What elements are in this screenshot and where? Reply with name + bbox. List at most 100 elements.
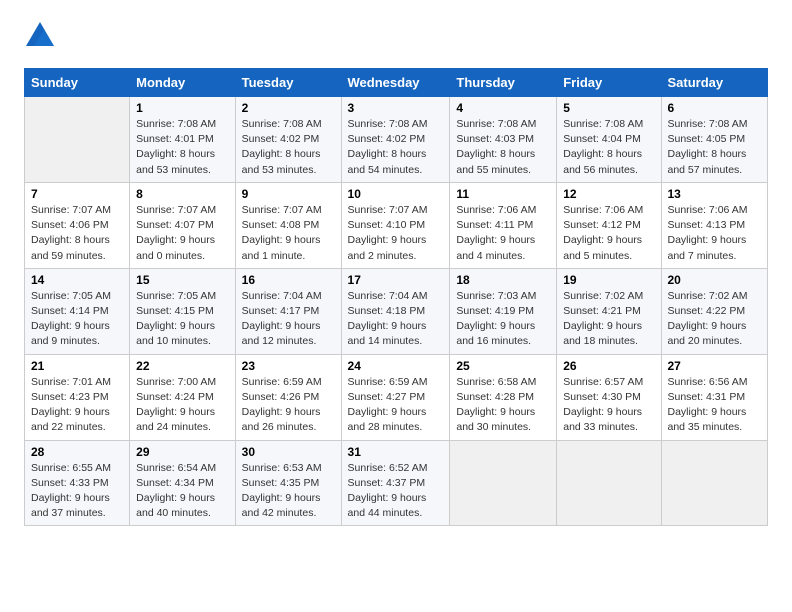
day-number: 9 [242, 187, 335, 201]
day-number: 27 [668, 359, 762, 373]
calendar-cell: 7 Sunrise: 7:07 AM Sunset: 4:06 PM Daylig… [25, 182, 130, 268]
calendar-cell [557, 440, 661, 526]
day-number: 3 [348, 101, 444, 115]
calendar-cell: 31Sunrise: 6:52 AM Sunset: 4:37 PM Dayli… [341, 440, 450, 526]
calendar-cell: 11 Sunrise: 7:06 AM Sunset: 4:11 PM Dayli… [450, 182, 557, 268]
day-number: 5 [563, 101, 654, 115]
day-number: 12 [563, 187, 654, 201]
day-number: 22 [136, 359, 228, 373]
day-info: Sunrise: 7:00 AM Sunset: 4:24 PM Dayligh… [136, 375, 228, 436]
calendar-header: SundayMondayTuesdayWednesdayThursdayFrid… [25, 69, 768, 97]
day-header: Tuesday [235, 69, 341, 97]
calendar-week-row: 7 Sunrise: 7:07 AM Sunset: 4:06 PM Daylig… [25, 182, 768, 268]
calendar-week-row: 1 Sunrise: 7:08 AM Sunset: 4:01 PM Daylig… [25, 97, 768, 183]
day-header: Monday [130, 69, 235, 97]
calendar-cell: 24 Sunrise: 6:59 AM Sunset: 4:27 PM Dayli… [341, 354, 450, 440]
day-info: Sunrise: 7:01 AM Sunset: 4:23 PM Dayligh… [31, 375, 123, 436]
calendar-cell: 16 Sunrise: 7:04 AM Sunset: 4:17 PM Dayli… [235, 268, 341, 354]
day-info: Sunrise: 6:58 AM Sunset: 4:28 PM Dayligh… [456, 375, 550, 436]
day-info: Sunrise: 7:05 AM Sunset: 4:15 PM Dayligh… [136, 289, 228, 350]
day-info: Sunrise: 7:08 AM Sunset: 4:04 PM Dayligh… [563, 117, 654, 178]
day-number: 28 [31, 445, 123, 459]
calendar-cell: 13 Sunrise: 7:06 AM Sunset: 4:13 PM Dayli… [661, 182, 768, 268]
day-header: Sunday [25, 69, 130, 97]
day-number: 19 [563, 273, 654, 287]
calendar-cell: 22 Sunrise: 7:00 AM Sunset: 4:24 PM Dayli… [130, 354, 235, 440]
logo-icon [24, 20, 56, 52]
day-info: Sunrise: 7:06 AM Sunset: 4:13 PM Dayligh… [668, 203, 762, 264]
calendar-cell: 19 Sunrise: 7:02 AM Sunset: 4:21 PM Dayli… [557, 268, 661, 354]
day-info: Sunrise: 6:54 AM Sunset: 4:34 PM Dayligh… [136, 461, 228, 522]
calendar-cell: 4 Sunrise: 7:08 AM Sunset: 4:03 PM Daylig… [450, 97, 557, 183]
day-number: 25 [456, 359, 550, 373]
calendar-cell: 25 Sunrise: 6:58 AM Sunset: 4:28 PM Dayli… [450, 354, 557, 440]
day-number: 21 [31, 359, 123, 373]
calendar-body: 1 Sunrise: 7:08 AM Sunset: 4:01 PM Daylig… [25, 97, 768, 526]
calendar-cell: 12 Sunrise: 7:06 AM Sunset: 4:12 PM Dayli… [557, 182, 661, 268]
day-info: Sunrise: 7:04 AM Sunset: 4:18 PM Dayligh… [348, 289, 444, 350]
day-info: Sunrise: 6:59 AM Sunset: 4:26 PM Dayligh… [242, 375, 335, 436]
day-header: Wednesday [341, 69, 450, 97]
calendar-cell: 14 Sunrise: 7:05 AM Sunset: 4:14 PM Dayli… [25, 268, 130, 354]
calendar-cell: 9 Sunrise: 7:07 AM Sunset: 4:08 PM Daylig… [235, 182, 341, 268]
day-info: Sunrise: 6:57 AM Sunset: 4:30 PM Dayligh… [563, 375, 654, 436]
calendar-cell [25, 97, 130, 183]
calendar-cell: 18 Sunrise: 7:03 AM Sunset: 4:19 PM Dayli… [450, 268, 557, 354]
day-number: 14 [31, 273, 123, 287]
day-info: Sunrise: 7:08 AM Sunset: 4:05 PM Dayligh… [668, 117, 762, 178]
day-info: Sunrise: 6:56 AM Sunset: 4:31 PM Dayligh… [668, 375, 762, 436]
day-info: Sunrise: 7:05 AM Sunset: 4:14 PM Dayligh… [31, 289, 123, 350]
day-number: 18 [456, 273, 550, 287]
day-header: Saturday [661, 69, 768, 97]
calendar-cell: 15 Sunrise: 7:05 AM Sunset: 4:15 PM Dayli… [130, 268, 235, 354]
calendar-cell: 27 Sunrise: 6:56 AM Sunset: 4:31 PM Dayli… [661, 354, 768, 440]
day-number: 7 [31, 187, 123, 201]
logo [24, 20, 62, 52]
calendar-cell: 26Sunrise: 6:57 AM Sunset: 4:30 PM Dayli… [557, 354, 661, 440]
day-info: Sunrise: 7:07 AM Sunset: 4:10 PM Dayligh… [348, 203, 444, 264]
calendar-cell: 29 Sunrise: 6:54 AM Sunset: 4:34 PM Dayli… [130, 440, 235, 526]
page-header [24, 20, 768, 52]
day-info: Sunrise: 7:08 AM Sunset: 4:03 PM Dayligh… [456, 117, 550, 178]
day-info: Sunrise: 7:02 AM Sunset: 4:22 PM Dayligh… [668, 289, 762, 350]
day-number: 15 [136, 273, 228, 287]
day-number: 29 [136, 445, 228, 459]
day-number: 30 [242, 445, 335, 459]
day-info: Sunrise: 7:07 AM Sunset: 4:06 PM Dayligh… [31, 203, 123, 264]
day-info: Sunrise: 7:06 AM Sunset: 4:12 PM Dayligh… [563, 203, 654, 264]
calendar-cell: 1 Sunrise: 7:08 AM Sunset: 4:01 PM Daylig… [130, 97, 235, 183]
calendar-cell: 2Sunrise: 7:08 AM Sunset: 4:02 PM Daylig… [235, 97, 341, 183]
day-number: 1 [136, 101, 228, 115]
day-number: 23 [242, 359, 335, 373]
day-number: 13 [668, 187, 762, 201]
calendar-cell: 6 Sunrise: 7:08 AM Sunset: 4:05 PM Daylig… [661, 97, 768, 183]
day-info: Sunrise: 6:53 AM Sunset: 4:35 PM Dayligh… [242, 461, 335, 522]
day-info: Sunrise: 7:07 AM Sunset: 4:08 PM Dayligh… [242, 203, 335, 264]
day-info: Sunrise: 7:08 AM Sunset: 4:02 PM Dayligh… [348, 117, 444, 178]
day-number: 11 [456, 187, 550, 201]
day-info: Sunrise: 7:03 AM Sunset: 4:19 PM Dayligh… [456, 289, 550, 350]
day-number: 4 [456, 101, 550, 115]
day-header: Friday [557, 69, 661, 97]
day-info: Sunrise: 7:06 AM Sunset: 4:11 PM Dayligh… [456, 203, 550, 264]
calendar-cell: 30 Sunrise: 6:53 AM Sunset: 4:35 PM Dayli… [235, 440, 341, 526]
day-info: Sunrise: 6:59 AM Sunset: 4:27 PM Dayligh… [348, 375, 444, 436]
calendar-cell: 8Sunrise: 7:07 AM Sunset: 4:07 PM Daylig… [130, 182, 235, 268]
calendar-cell: 20Sunrise: 7:02 AM Sunset: 4:22 PM Dayli… [661, 268, 768, 354]
calendar-cell [450, 440, 557, 526]
day-number: 31 [348, 445, 444, 459]
day-number: 16 [242, 273, 335, 287]
day-number: 10 [348, 187, 444, 201]
day-info: Sunrise: 6:55 AM Sunset: 4:33 PM Dayligh… [31, 461, 123, 522]
day-info: Sunrise: 7:04 AM Sunset: 4:17 PM Dayligh… [242, 289, 335, 350]
day-number: 8 [136, 187, 228, 201]
day-info: Sunrise: 7:02 AM Sunset: 4:21 PM Dayligh… [563, 289, 654, 350]
day-number: 2 [242, 101, 335, 115]
day-info: Sunrise: 7:08 AM Sunset: 4:01 PM Dayligh… [136, 117, 228, 178]
day-number: 6 [668, 101, 762, 115]
calendar-cell: 23 Sunrise: 6:59 AM Sunset: 4:26 PM Dayli… [235, 354, 341, 440]
day-number: 24 [348, 359, 444, 373]
calendar-cell: 5 Sunrise: 7:08 AM Sunset: 4:04 PM Daylig… [557, 97, 661, 183]
calendar-cell: 3 Sunrise: 7:08 AM Sunset: 4:02 PM Daylig… [341, 97, 450, 183]
calendar-cell: 17Sunrise: 7:04 AM Sunset: 4:18 PM Dayli… [341, 268, 450, 354]
